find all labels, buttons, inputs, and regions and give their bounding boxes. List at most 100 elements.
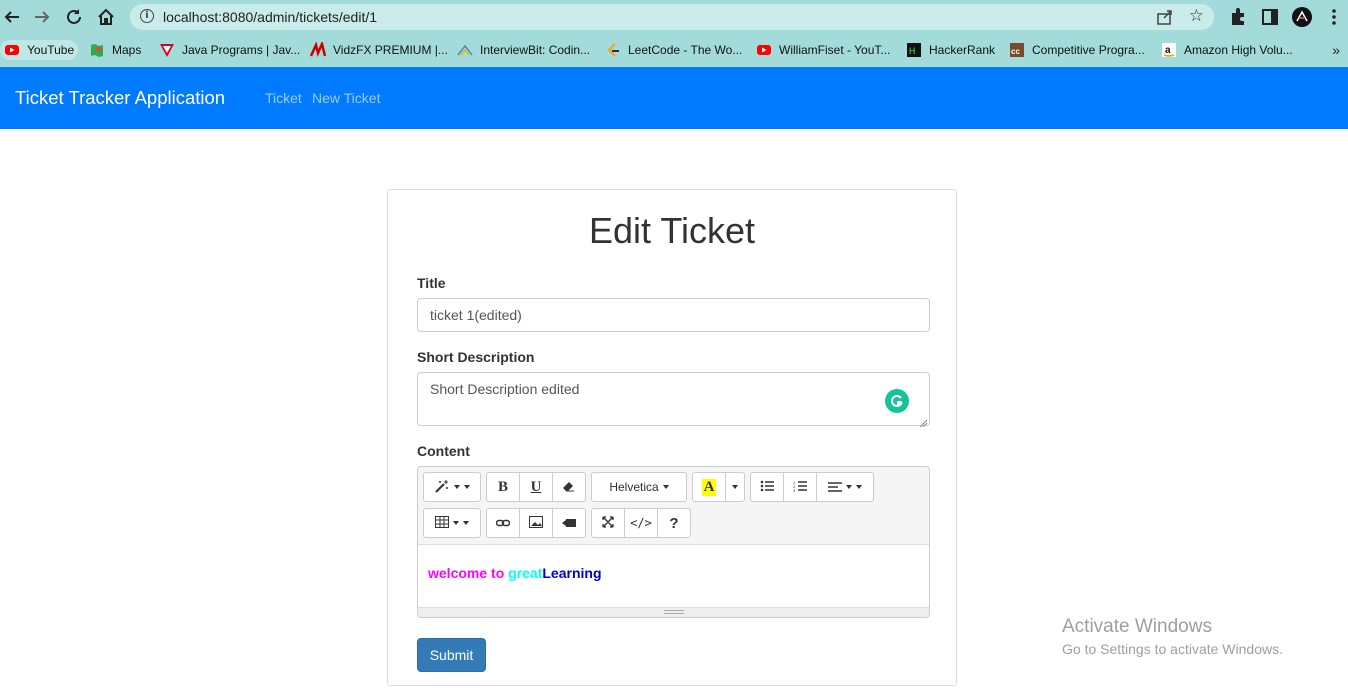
- site-info-icon[interactable]: i: [140, 9, 154, 23]
- paragraph-align-dropdown[interactable]: [816, 472, 874, 502]
- editor-toolbar: B U Helvetica A 123 </> ?: [418, 467, 929, 545]
- bold-icon: B: [497, 478, 508, 495]
- svg-text:H: H: [909, 46, 916, 56]
- bookmark-leetcode[interactable]: LeetCode - The Wo...: [605, 40, 742, 60]
- bookmark-star-icon[interactable]: ☆: [1189, 6, 1204, 26]
- insert-link-button[interactable]: [486, 508, 520, 538]
- nav-link-ticket[interactable]: Ticket: [265, 90, 302, 106]
- bookmark-williamfiset[interactable]: WilliamFiset - YouT...: [756, 40, 890, 60]
- editor-content-area[interactable]: welcome to greatLearning: [418, 545, 929, 607]
- video-icon: [562, 516, 576, 531]
- text-color-dropdown[interactable]: [725, 472, 745, 502]
- bookmark-competitive-programming[interactable]: cc Competitive Progra...: [1009, 40, 1145, 60]
- bookmark-label: Competitive Progra...: [1032, 43, 1145, 57]
- link-icon: [495, 516, 511, 531]
- editor-resize-bar[interactable]: [418, 607, 929, 617]
- bookmarks-bar: YouTube Maps Java Programs | Jav... Vidz…: [0, 34, 1348, 67]
- insert-video-button[interactable]: [552, 508, 586, 538]
- leetcode-icon: [605, 42, 621, 58]
- submit-button[interactable]: Submit: [417, 638, 486, 672]
- vidzfx-icon: [309, 40, 327, 58]
- content-segment-great: great: [508, 565, 543, 581]
- bookmark-label: Amazon High Volu...: [1184, 43, 1293, 57]
- bullet-list-icon: [760, 480, 774, 495]
- browser-toolbar: i localhost:8080/admin/tickets/edit/1 ☆: [0, 0, 1348, 34]
- amazon-icon: a: [1161, 42, 1177, 58]
- bookmark-label: HackerRank: [929, 43, 996, 57]
- table-dropdown-button[interactable]: [423, 508, 481, 538]
- youtube-icon: [756, 42, 772, 58]
- title-label: Title: [417, 275, 446, 291]
- code-view-button[interactable]: </>: [624, 508, 658, 538]
- bookmark-interviewbit[interactable]: InterviewBit: Codin...: [457, 40, 590, 60]
- content-segment-learning: Learning: [542, 565, 602, 581]
- clear-format-button[interactable]: [552, 472, 586, 502]
- font-name-label: Helvetica: [609, 480, 659, 494]
- bookmark-label: LeetCode - The Wo...: [628, 43, 743, 57]
- extensions-icon[interactable]: [1226, 5, 1250, 29]
- watermark-subtitle: Go to Settings to activate Windows.: [1062, 641, 1283, 657]
- page-title: Edit Ticket: [588, 210, 756, 251]
- watermark-title: Activate Windows: [1062, 616, 1212, 637]
- bookmark-amazon[interactable]: a Amazon High Volu...: [1161, 40, 1293, 60]
- svg-text:cc: cc: [1011, 47, 1020, 56]
- font-name-dropdown[interactable]: Helvetica: [591, 472, 687, 502]
- insert-picture-button[interactable]: [519, 508, 553, 538]
- youtube-icon: [4, 42, 20, 58]
- underline-icon: U: [530, 478, 542, 495]
- picture-icon: [529, 515, 543, 531]
- bookmark-label: VidzFX PREMIUM |...: [333, 43, 448, 57]
- short-description-textarea[interactable]: Short Description edited: [417, 372, 930, 428]
- help-button[interactable]: ?: [657, 508, 691, 538]
- profile-avatar[interactable]: [1290, 5, 1314, 29]
- ordered-list-button[interactable]: 123: [783, 472, 817, 502]
- content-label: Content: [417, 443, 470, 459]
- text-color-button[interactable]: A: [692, 472, 726, 502]
- content-segment-welcome: welcome to: [428, 565, 509, 581]
- unordered-list-button[interactable]: [750, 472, 784, 502]
- magic-wand-icon: [434, 479, 450, 496]
- competitive-programming-icon: cc: [1009, 42, 1025, 58]
- text-color-icon: A: [701, 478, 717, 496]
- short-description-value: Short Description edited: [430, 381, 580, 397]
- short-description-label: Short Description: [417, 349, 535, 365]
- java-programs-icon: [159, 42, 175, 58]
- style-dropdown-button[interactable]: [423, 472, 481, 502]
- eraser-icon: [562, 480, 576, 495]
- title-input[interactable]: ticket 1(edited): [417, 298, 930, 332]
- grammarly-icon[interactable]: [885, 389, 909, 413]
- rich-text-editor: B U Helvetica A 123 </> ? welcome to gre…: [417, 466, 930, 618]
- home-icon[interactable]: [94, 5, 118, 29]
- bookmark-java-programs[interactable]: Java Programs | Jav...: [159, 40, 300, 60]
- resize-handle-icon[interactable]: [919, 415, 928, 428]
- table-icon: [435, 515, 449, 531]
- bookmarks-overflow-icon[interactable]: »: [1332, 42, 1340, 58]
- bookmark-youtube[interactable]: YouTube: [0, 40, 79, 60]
- navbar-brand[interactable]: Ticket Tracker Application: [15, 87, 225, 109]
- bookmark-vidzfx[interactable]: VidzFX PREMIUM |...: [309, 40, 448, 60]
- underline-button[interactable]: U: [519, 472, 553, 502]
- bookmark-hackerrank[interactable]: H HackerRank: [906, 40, 995, 60]
- fullscreen-icon: [602, 515, 614, 531]
- forward-icon[interactable]: [30, 5, 54, 29]
- svg-text:a: a: [1165, 45, 1171, 56]
- bookmark-label: YouTube: [27, 43, 75, 57]
- bookmark-label: InterviewBit: Codin...: [480, 43, 591, 57]
- browser-menu-icon[interactable]: [1322, 5, 1346, 29]
- code-icon: </>: [630, 516, 652, 530]
- align-left-icon: [828, 480, 842, 495]
- bookmark-label: Maps: [112, 43, 142, 57]
- reload-icon[interactable]: [62, 5, 86, 29]
- back-icon[interactable]: [0, 5, 24, 29]
- bold-button[interactable]: B: [486, 472, 520, 502]
- address-bar[interactable]: i localhost:8080/admin/tickets/edit/1 ☆: [130, 4, 1214, 30]
- bookmark-maps[interactable]: Maps: [89, 40, 141, 60]
- windows-activation-watermark: Activate Windows Go to Settings to activ…: [1062, 616, 1283, 657]
- interviewbit-icon: [457, 42, 473, 58]
- fullscreen-button[interactable]: [591, 508, 625, 538]
- side-panel-icon[interactable]: [1258, 5, 1282, 29]
- bookmark-label: WilliamFiset - YouT...: [779, 43, 891, 57]
- share-icon[interactable]: [1156, 8, 1174, 26]
- nav-link-new-ticket[interactable]: New Ticket: [312, 90, 380, 106]
- app-navbar: Ticket Tracker Application Ticket New Ti…: [0, 67, 1348, 129]
